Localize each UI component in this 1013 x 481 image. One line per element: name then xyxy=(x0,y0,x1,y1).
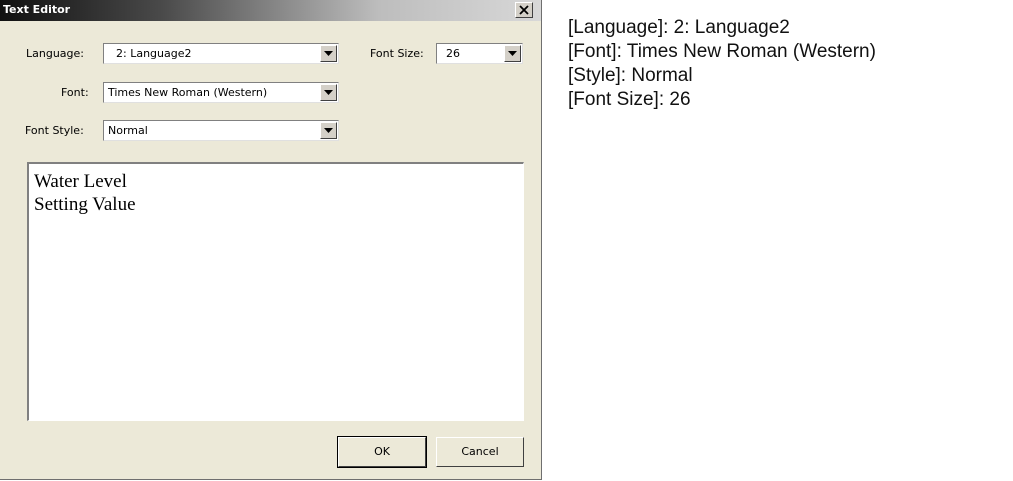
language-select[interactable]: 2: Language2 xyxy=(103,43,339,64)
font-style-select[interactable]: Normal xyxy=(103,120,339,141)
cancel-button[interactable]: Cancel xyxy=(436,437,524,467)
font-dropdown-button[interactable] xyxy=(320,84,337,101)
font-select[interactable]: Times New Roman (Western) xyxy=(103,82,339,103)
text-input-area[interactable]: Water Level Setting Value xyxy=(27,162,524,421)
font-value: Times New Roman (Western) xyxy=(108,86,268,99)
language-label: Language: xyxy=(26,47,84,60)
language-dropdown-button[interactable] xyxy=(320,45,337,62)
font-size-value: 26 xyxy=(446,47,460,60)
note-style: [Style]: Normal xyxy=(568,65,693,86)
text-line: Setting Value xyxy=(34,194,136,215)
text-editor-dialog: Text Editor Language: 2: Language2 Font … xyxy=(0,0,542,480)
font-size-select[interactable]: 26 xyxy=(436,43,523,64)
font-size-label: Font Size: xyxy=(370,47,424,60)
font-label: Font: xyxy=(61,86,89,99)
chevron-down-icon xyxy=(324,51,333,56)
chevron-down-icon xyxy=(508,51,517,56)
chevron-down-icon xyxy=(324,128,333,133)
settings-notes: [Language]: 2: Language2 [Font]: Times N… xyxy=(568,16,876,112)
close-icon xyxy=(519,5,529,15)
font-style-dropdown-button[interactable] xyxy=(320,122,337,139)
note-font-size: [Font Size]: 26 xyxy=(568,89,691,110)
chevron-down-icon xyxy=(324,90,333,95)
text-line: Water Level xyxy=(34,171,127,192)
dialog-title: Text Editor xyxy=(3,3,71,16)
note-language: [Language]: 2: Language2 xyxy=(568,17,790,38)
note-font: [Font]: Times New Roman (Western) xyxy=(568,41,876,62)
title-bar[interactable]: Text Editor xyxy=(0,0,541,21)
font-style-value: Normal xyxy=(108,124,148,137)
language-value: 2: Language2 xyxy=(116,47,192,60)
font-size-dropdown-button[interactable] xyxy=(504,45,521,62)
close-button[interactable] xyxy=(515,2,533,18)
font-style-label: Font Style: xyxy=(25,124,84,137)
ok-button[interactable]: OK xyxy=(337,436,427,468)
